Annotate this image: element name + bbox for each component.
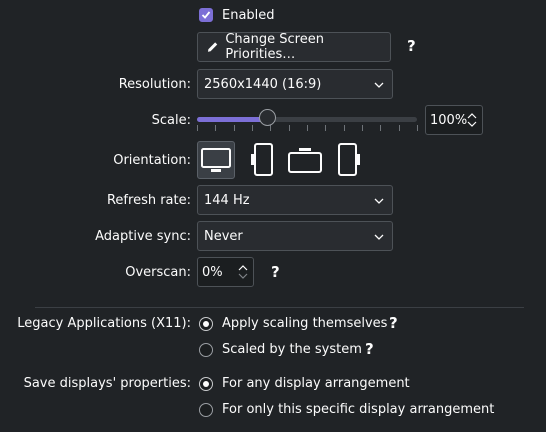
legacy-scaled-by-system-help-icon[interactable]: ? [365, 340, 374, 358]
priorities-help-icon[interactable]: ? [407, 37, 416, 55]
change-screen-priorities-label: Change Screen Priorities… [225, 32, 324, 62]
monitor-icon [201, 148, 231, 172]
scale-slider-tick [307, 125, 308, 131]
overscan-value: 0% [202, 264, 223, 280]
save-specific-arrangement-label: For only this specific display arrangeme… [222, 402, 495, 417]
orientation-landscape-button[interactable] [197, 141, 235, 179]
scale-slider-handle[interactable] [259, 109, 276, 126]
adaptive-sync-value: Never [204, 228, 243, 244]
overscan-spinbox[interactable]: 0% [197, 257, 254, 287]
save-specific-arrangement-radio[interactable] [199, 403, 213, 417]
scale-spinbox[interactable]: 100% [425, 105, 483, 135]
save-displays-properties-label: Save displays' properties: [23, 376, 191, 391]
refresh-rate-combobox[interactable]: 144 Hz [197, 185, 393, 215]
monitor-portrait-icon [251, 143, 273, 176]
spin-arrows-icon[interactable] [237, 263, 249, 281]
save-any-arrangement-radio[interactable] [199, 377, 213, 391]
scale-slider-tick [289, 125, 290, 131]
legacy-scaled-by-system-label: Scaled by the system [222, 342, 362, 357]
chevron-down-icon [374, 234, 384, 240]
overscan-help-icon[interactable]: ? [271, 263, 280, 281]
chevron-down-icon [374, 82, 384, 88]
scale-slider[interactable] [197, 106, 418, 134]
scale-slider-tick [399, 125, 400, 131]
enabled-label: Enabled [222, 8, 275, 23]
scale-slider-tick [215, 125, 216, 131]
save-any-arrangement-label: For any display arrangement [222, 376, 410, 391]
refresh-rate-value: 144 Hz [204, 192, 250, 208]
legacy-scaled-by-system-radio[interactable] [199, 343, 213, 357]
spin-arrows-icon[interactable] [466, 111, 478, 129]
scale-slider-fill [197, 117, 267, 122]
check-icon [201, 11, 211, 19]
resolution-label: Resolution: [118, 77, 191, 92]
scale-slider-tick [234, 125, 235, 131]
scale-label: Scale: [151, 113, 191, 128]
enabled-checkbox[interactable] [199, 8, 213, 22]
pencil-icon [207, 42, 218, 52]
orientation-landscape-flipped-button[interactable] [286, 141, 324, 179]
overscan-label: Overscan: [125, 265, 191, 280]
monitor-flipped-icon [288, 148, 322, 173]
scale-slider-tick [344, 125, 345, 131]
scale-slider-tick [270, 125, 271, 131]
orientation-portrait-flipped-button[interactable] [330, 141, 368, 179]
legacy-apply-scaling-help-icon[interactable]: ? [389, 314, 398, 332]
scale-value: 100% [430, 112, 468, 128]
scale-slider-ticks [197, 125, 418, 133]
change-screen-priorities-button[interactable]: Change Screen Priorities… [197, 32, 391, 62]
adaptive-sync-label: Adaptive sync: [95, 229, 191, 244]
scale-slider-tick [380, 125, 381, 131]
scale-slider-tick [197, 125, 198, 131]
legacy-applications-label: Legacy Applications (X11): [17, 316, 191, 331]
orientation-label: Orientation: [113, 153, 191, 168]
scale-slider-tick [252, 125, 253, 131]
chevron-down-icon [374, 198, 384, 204]
scale-slider-tick [362, 125, 363, 131]
orientation-portrait-button[interactable] [243, 141, 281, 179]
scale-slider-tick [417, 125, 418, 131]
legacy-apply-scaling-label: Apply scaling themselves [222, 316, 388, 331]
resolution-value: 2560x1440 (16:9) [204, 76, 322, 92]
legacy-apply-scaling-radio[interactable] [199, 317, 213, 331]
resolution-combobox[interactable]: 2560x1440 (16:9) [197, 69, 393, 99]
monitor-portrait-flipped-icon [338, 143, 360, 176]
adaptive-sync-combobox[interactable]: Never [197, 221, 393, 251]
refresh-rate-label: Refresh rate: [106, 193, 191, 208]
section-separator [35, 307, 524, 308]
scale-slider-tick [325, 125, 326, 131]
